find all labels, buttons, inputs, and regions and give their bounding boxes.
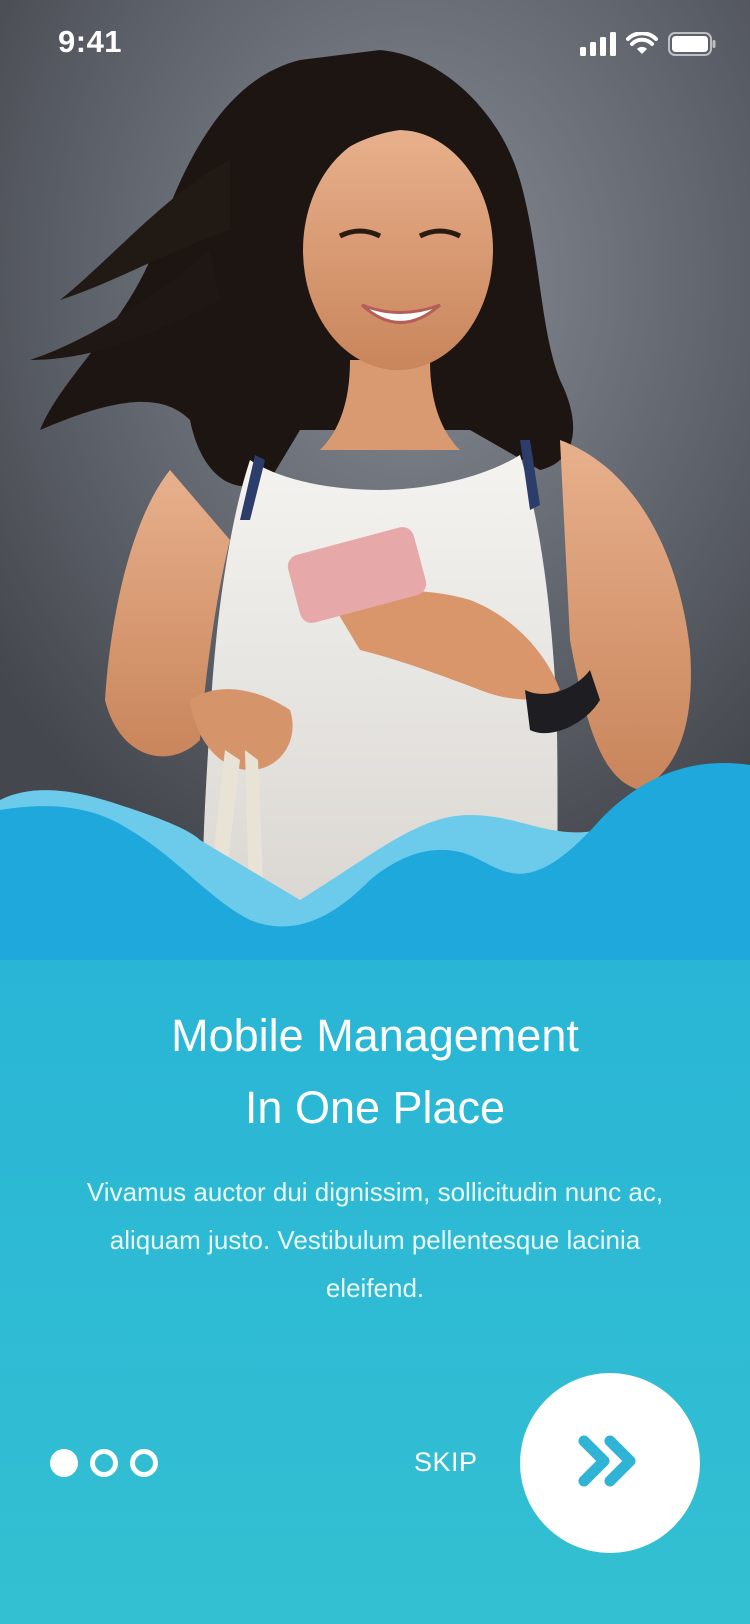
battery-icon	[668, 32, 716, 61]
wifi-icon	[626, 31, 658, 61]
skip-button[interactable]: SKIP	[414, 1447, 478, 1478]
status-bar: 9:41	[0, 0, 750, 90]
onboarding-screen: 9:41 Mobile Management In One Place Viva…	[0, 0, 750, 1624]
status-time: 9:41	[58, 24, 123, 59]
title-line-2: In One Place	[244, 1082, 506, 1133]
page-dot-2[interactable]	[90, 1449, 118, 1477]
page-dot-1-active[interactable]	[50, 1449, 78, 1477]
next-button[interactable]	[520, 1373, 700, 1553]
double-chevron-right-icon	[578, 1435, 642, 1492]
title-line-1: Mobile Management	[171, 1010, 579, 1061]
onboarding-title: Mobile Management In One Place	[75, 1000, 675, 1144]
status-icons	[580, 31, 716, 61]
onboarding-content: Mobile Management In One Place Vivamus a…	[0, 1000, 750, 1312]
page-dot-3[interactable]	[130, 1449, 158, 1477]
onboarding-description: Vivamus auctor dui dignissim, sollicitud…	[86, 1177, 664, 1303]
wave-divider	[0, 763, 750, 960]
page-indicator	[50, 1449, 158, 1477]
signal-icon	[580, 32, 616, 61]
